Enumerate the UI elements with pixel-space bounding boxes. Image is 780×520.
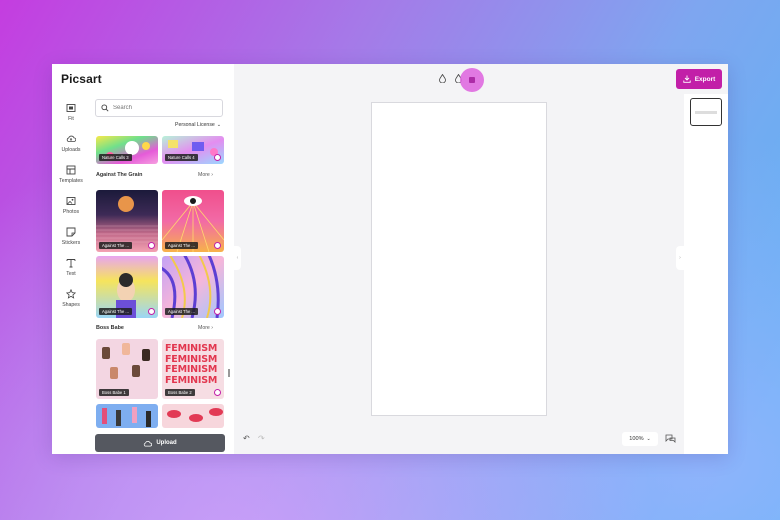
- premium-badge-icon: [148, 308, 155, 315]
- premium-badge-icon: [214, 308, 221, 315]
- thumbnail-label: Against The ...: [99, 308, 132, 315]
- chevron-down-icon: ⌄: [646, 436, 651, 442]
- zoom-value: 100%: [629, 436, 644, 442]
- rail-item-photos[interactable]: Photos: [52, 196, 90, 215]
- more-link[interactable]: More ›: [198, 172, 213, 178]
- feminism-text: FEMINISM FEMINISM FEMINISM FEMINISM: [165, 343, 218, 386]
- zoom-select[interactable]: 100% ⌄: [622, 432, 658, 446]
- template-thumbnail[interactable]: Nature Calls 4: [162, 136, 224, 164]
- section-title: Against The Grain: [96, 172, 143, 178]
- upload-button[interactable]: Upload: [95, 434, 225, 452]
- rail-label: Templates: [59, 178, 83, 184]
- template-thumbnail[interactable]: Against The ...: [96, 190, 158, 252]
- template-thumbnail[interactable]: Against The ...: [96, 256, 158, 318]
- rail-label: Stickers: [61, 240, 81, 246]
- drop-icon[interactable]: [437, 72, 447, 84]
- pages-sidebar: [684, 94, 728, 454]
- rail-label: Shapes: [62, 302, 80, 308]
- shapes-icon: [66, 289, 76, 299]
- template-thumbnail[interactable]: Nature Calls 3: [96, 136, 158, 164]
- template-art: [102, 407, 151, 427]
- search-input[interactable]: [113, 105, 213, 111]
- comments-icon[interactable]: [663, 432, 677, 446]
- license-filter[interactable]: Personal License ⌄: [175, 122, 221, 128]
- more-link[interactable]: More ›: [198, 325, 213, 331]
- color-swatch-icon: [469, 77, 475, 83]
- license-filter-label: Personal License: [175, 122, 215, 128]
- section-title: Boss Babe: [96, 325, 124, 331]
- premium-badge-icon: [214, 242, 221, 249]
- rail-item-uploads[interactable]: Uploads: [52, 134, 90, 153]
- photos-icon: [66, 197, 76, 205]
- page-thumbnail[interactable]: [690, 98, 722, 126]
- upload-cloud-icon: [144, 440, 153, 446]
- stickers-icon: [66, 227, 76, 237]
- fit-icon: [66, 104, 76, 112]
- rail-item-stickers[interactable]: Stickers: [52, 227, 90, 246]
- rail-item-text[interactable]: Text: [52, 258, 90, 277]
- rail-label: Uploads: [61, 147, 81, 153]
- editor-window: ‹ › ↶ ↷ 100% ⌄ Picsart Export Fit Upload…: [52, 64, 728, 454]
- template-thumbnail[interactable]: [162, 404, 224, 428]
- thumbnail-label: Nature Calls 3: [99, 154, 132, 161]
- workspace: ‹ › ↶ ↷ 100% ⌄: [234, 94, 684, 454]
- rail-item-shapes[interactable]: Shapes: [52, 289, 90, 308]
- templates-panel: Personal License ⌄ Nature Calls 3 Nature…: [90, 94, 234, 454]
- chevron-down-icon: ⌄: [216, 122, 222, 128]
- export-button[interactable]: Export: [676, 69, 722, 89]
- collapse-panel-handle[interactable]: ‹: [234, 246, 241, 270]
- expand-right-handle[interactable]: ›: [676, 246, 684, 270]
- text-icon: [66, 259, 76, 268]
- color-picker-button[interactable]: [460, 68, 484, 92]
- thumbnail-label: Boss Babe 1: [99, 389, 129, 396]
- panel-scrollbar[interactable]: [228, 369, 230, 377]
- templates-icon: [66, 165, 76, 175]
- tool-rail: Fit Uploads Templates Photos Stickers Te…: [52, 94, 90, 454]
- export-label: Export: [694, 75, 716, 83]
- template-thumbnail[interactable]: [96, 404, 158, 428]
- upload-label: Upload: [156, 440, 177, 446]
- thumbnail-label: Against The ...: [165, 308, 198, 315]
- upload-cloud-icon: [66, 135, 76, 142]
- premium-badge-icon: [148, 242, 155, 249]
- redo-icon[interactable]: ↷: [258, 434, 265, 443]
- template-art: [167, 408, 223, 422]
- app-logo: Picsart: [61, 72, 102, 86]
- rail-item-templates[interactable]: Templates: [52, 165, 90, 184]
- rail-label: Text: [66, 271, 76, 277]
- thumbnail-label: Boss Babe 2: [165, 389, 195, 396]
- canvas-page[interactable]: [371, 102, 547, 416]
- premium-badge-icon: [214, 154, 221, 161]
- template-thumbnail[interactable]: FEMINISM FEMINISM FEMINISM FEMINISM Boss…: [162, 339, 224, 399]
- rail-label: Photos: [62, 209, 80, 215]
- search-box[interactable]: [95, 99, 223, 117]
- rail-item-fit[interactable]: Fit: [52, 103, 90, 122]
- undo-icon[interactable]: ↶: [243, 434, 250, 443]
- search-icon: [101, 104, 109, 112]
- download-icon: [683, 75, 691, 83]
- template-thumbnail[interactable]: Boss Babe 1: [96, 339, 158, 399]
- thumbnail-label: Against The ...: [165, 242, 198, 249]
- rail-label: Fit: [68, 116, 74, 122]
- template-thumbnail[interactable]: Against The ...: [162, 190, 224, 252]
- page-thumbnail-preview: [695, 110, 717, 114]
- premium-badge-icon: [214, 389, 221, 396]
- thumbnail-label: Nature Calls 4: [165, 154, 198, 161]
- template-thumbnail[interactable]: Against The ...: [162, 256, 224, 318]
- thumbnail-label: Against The ...: [99, 242, 132, 249]
